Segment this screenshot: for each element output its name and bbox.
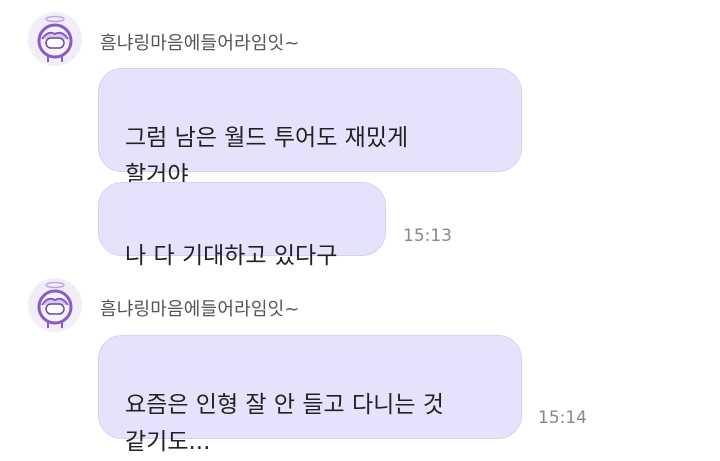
message-bubble[interactable]: 나 다 기대하고 있다구	[98, 182, 386, 269]
angel-character-avatar-icon	[37, 281, 73, 328]
message-bubble[interactable]: 요즘은 인형 잘 안 들고 다니는 것 같기도...	[98, 335, 522, 455]
sender-name: 흠냐링마음에들어라임잇~	[100, 33, 300, 54]
message-text: 요즘은 인형 잘 안 들고 다니는 것 같기도...	[125, 392, 444, 455]
angel-character-avatar-icon	[37, 15, 73, 62]
message-bubble[interactable]: 그럼 남은 월드 투어도 재밌게 할거야	[98, 68, 522, 188]
message-text: 나 다 기대하고 있다구	[125, 243, 338, 269]
message-timestamp: 15:13	[403, 226, 452, 246]
sender-name: 흠냐링마음에들어라임잇~	[100, 299, 300, 320]
message-timestamp: 15:14	[538, 408, 587, 428]
avatar[interactable]	[28, 12, 82, 66]
avatar[interactable]	[28, 278, 82, 332]
message-text: 그럼 남은 월드 투어도 재밌게 할거야	[125, 125, 409, 188]
